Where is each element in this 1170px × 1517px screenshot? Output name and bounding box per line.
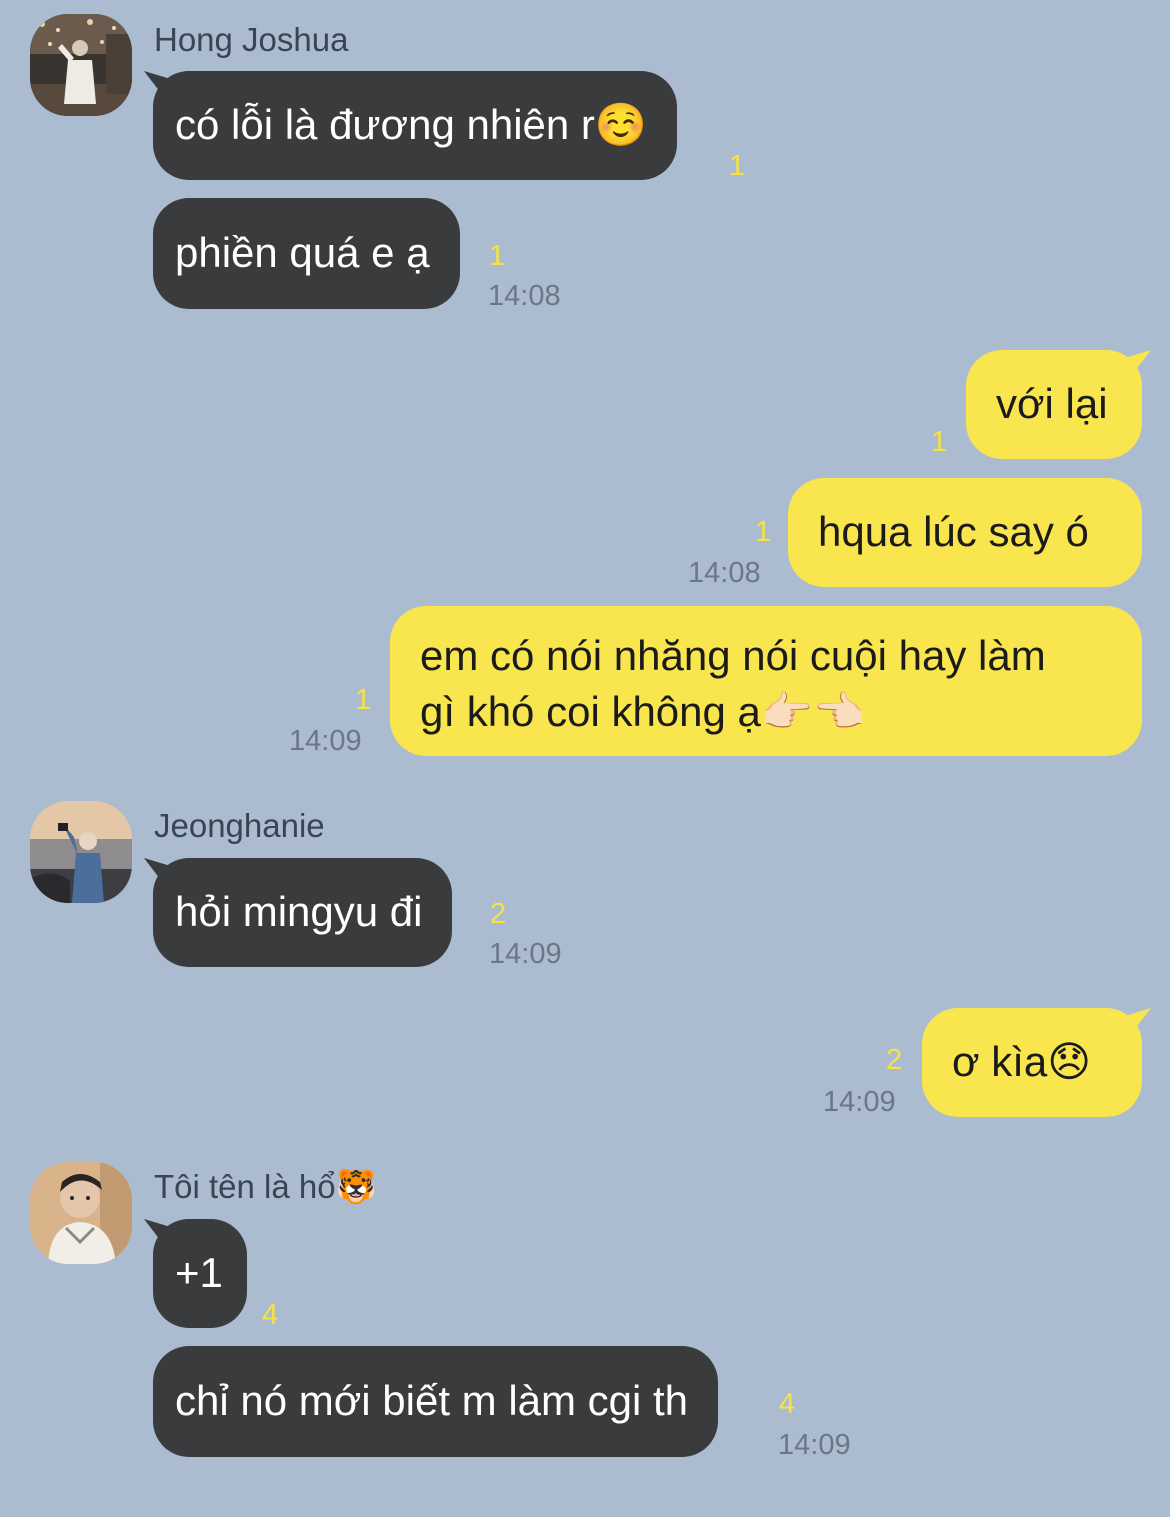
sender-name-jeonghanie: Jeonghanie <box>154 807 325 844</box>
message-timestamp: 14:09 <box>489 938 562 970</box>
message-text: ơ kìa😞 <box>952 1038 1092 1085</box>
unread-count: 2 <box>490 898 507 930</box>
avatar-hong-joshua[interactable] <box>30 14 132 116</box>
message-text-line: gì khó coi không ạ👉🏻👈🏻 <box>420 688 866 735</box>
message-text: hqua lúc say ó <box>818 508 1089 555</box>
unread-count: 1 <box>489 240 506 272</box>
message-text: với lại <box>996 380 1108 427</box>
message-text: hỏi mingyu đi <box>175 888 423 935</box>
message-bubble-incoming[interactable]: hỏi mingyu đi <box>153 858 453 967</box>
unread-count: 1 <box>729 150 746 182</box>
unread-count: 2 <box>886 1044 903 1076</box>
message-timestamp: 14:09 <box>823 1086 896 1118</box>
message-timestamp: 14:08 <box>688 557 761 589</box>
message-bubble-outgoing[interactable]: em có nói nhăng nói cuội hay làm gì khó … <box>390 606 1142 756</box>
unread-count: 1 <box>355 684 372 716</box>
sender-name-hong-joshua: Hong Joshua <box>154 21 349 58</box>
unread-count: 4 <box>262 1299 279 1331</box>
message-text: có lỗi là đương nhiên r☺️ <box>175 101 648 148</box>
message-text: phiền quá e ạ <box>175 229 430 276</box>
message-bubble-incoming[interactable]: phiền quá e ạ <box>153 198 460 309</box>
message-bubble-outgoing[interactable]: với lại <box>966 350 1142 459</box>
message-bubble-incoming[interactable]: +1 <box>153 1219 247 1328</box>
unread-count: 4 <box>779 1388 796 1420</box>
message-text: +1 <box>175 1249 223 1296</box>
message-bubble-outgoing[interactable]: hqua lúc say ó <box>788 478 1142 587</box>
unread-count: 1 <box>931 426 948 458</box>
unread-count: 1 <box>755 516 772 548</box>
message-text-line: em có nói nhăng nói cuội hay làm <box>420 632 1046 679</box>
message-text: chỉ nó mới biết m làm cgi th <box>175 1377 689 1424</box>
message-bubble-incoming[interactable]: có lỗi là đương nhiên r☺️ <box>153 71 678 180</box>
avatar-toi-ten-la-ho[interactable] <box>30 1162 132 1264</box>
message-timestamp: 14:09 <box>289 725 362 757</box>
message-timestamp: 14:08 <box>488 280 561 312</box>
message-bubble-outgoing[interactable]: ơ kìa😞 <box>922 1008 1142 1117</box>
message-timestamp: 14:09 <box>778 1429 851 1461</box>
message-bubble-incoming[interactable]: chỉ nó mới biết m làm cgi th <box>153 1346 719 1457</box>
sender-name-toi-ten-la-ho: Tôi tên là hổ🐯 <box>154 1168 377 1205</box>
avatar-jeonghanie[interactable] <box>30 801 132 903</box>
